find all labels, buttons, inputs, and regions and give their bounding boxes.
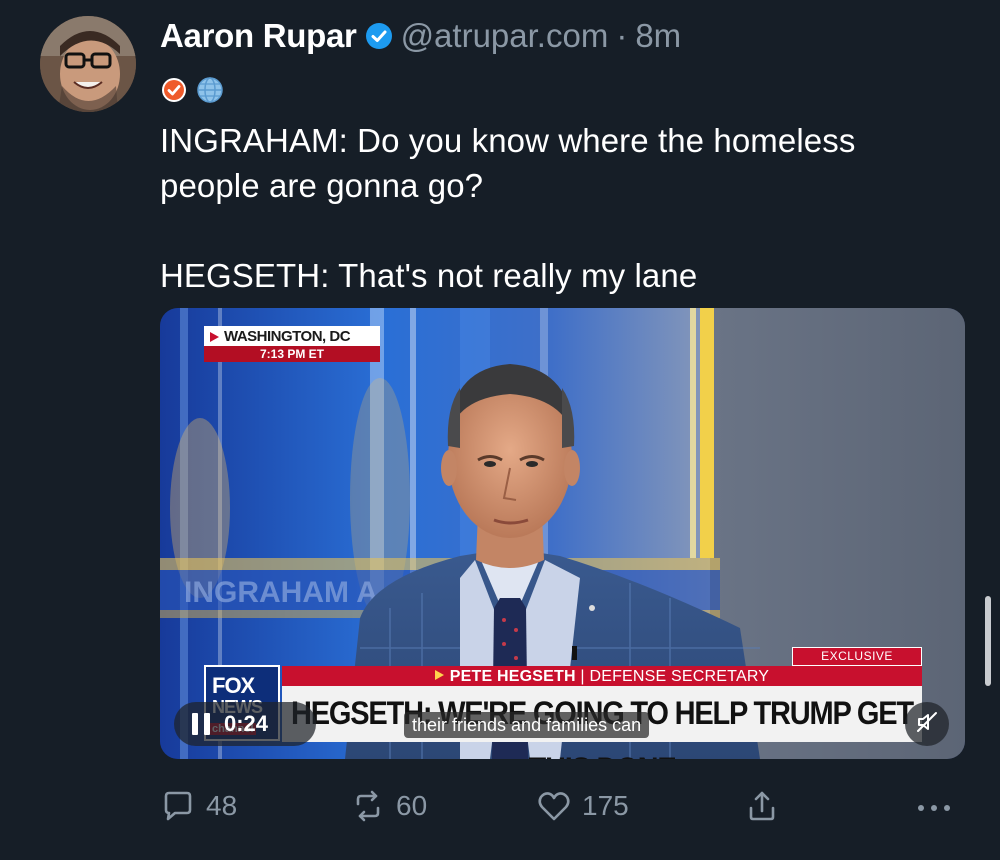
reply-icon <box>160 788 196 824</box>
share-icon <box>744 788 780 824</box>
post: Aaron Rupar @atrupar.com · 8m INGRAHAM: … <box>0 0 1000 860</box>
post-text-line: HEGSETH: That's not really my lane <box>160 257 698 294</box>
more-icon <box>914 788 954 824</box>
namebar-arrow-icon <box>434 670 444 680</box>
globe-icon[interactable] <box>196 76 224 104</box>
reply-count: 48 <box>206 790 238 821</box>
post-text-line: INGRAHAM: Do you know where the homeless <box>160 122 856 159</box>
chyron-name: PETE HEGSETH <box>449 668 576 685</box>
author-avatar[interactable] <box>40 16 136 112</box>
like-button[interactable]: 175 <box>536 784 629 828</box>
dateline-time: 7:13 PM ET <box>204 346 380 362</box>
video-caption: their friends and families can <box>404 712 650 738</box>
profile-badges <box>160 76 224 104</box>
dateline-location: WASHINGTON, DC <box>204 326 380 346</box>
post-actions: 48 60 175 <box>160 784 960 828</box>
exclusive-tag: EXCLUSIVE <box>792 647 922 666</box>
author-display-name[interactable]: Aaron Rupar <box>160 17 357 55</box>
mute-button[interactable] <box>905 702 949 746</box>
post-timestamp[interactable]: 8m <box>635 17 681 55</box>
more-options-button[interactable] <box>914 784 954 828</box>
speaker-muted-icon <box>915 710 939 739</box>
post-body: INGRAHAM: Do you know where the homeless… <box>160 118 960 298</box>
background-show-text: INGRAHAM A <box>184 576 378 609</box>
video-dateline: WASHINGTON, DC 7:13 PM ET <box>204 326 380 362</box>
pause-icon[interactable] <box>192 713 210 735</box>
separator-dot: · <box>616 17 628 54</box>
like-count: 175 <box>582 790 629 821</box>
video-elapsed-time: 0:24 <box>224 711 269 736</box>
checkmark-badge-icon[interactable] <box>160 76 188 104</box>
share-button[interactable] <box>744 784 780 828</box>
reply-button[interactable]: 48 <box>160 784 237 828</box>
heart-icon <box>536 788 572 824</box>
video-player[interactable]: INGRAHAM A WASHINGTON, DC 7:13 PM ET EXC… <box>160 308 965 759</box>
post-header: Aaron Rupar @atrupar.com · 8m <box>160 14 681 58</box>
verified-icon <box>365 22 393 50</box>
chyron-title: DEFENSE SECRETARY <box>589 668 770 685</box>
chyron-namebar: PETE HEGSETH | DEFENSE SECRETARY <box>282 666 922 688</box>
playback-control[interactable]: 0:24 <box>174 702 316 746</box>
author-handle[interactable]: @atrupar.com <box>401 17 609 55</box>
post-text-line: people are gonna go? <box>160 167 484 204</box>
logo-fox-text: FOX <box>212 673 255 698</box>
repost-icon <box>350 788 386 824</box>
repost-count: 60 <box>396 790 428 821</box>
repost-button[interactable]: 60 <box>350 784 427 828</box>
scrollbar[interactable] <box>985 596 991 686</box>
